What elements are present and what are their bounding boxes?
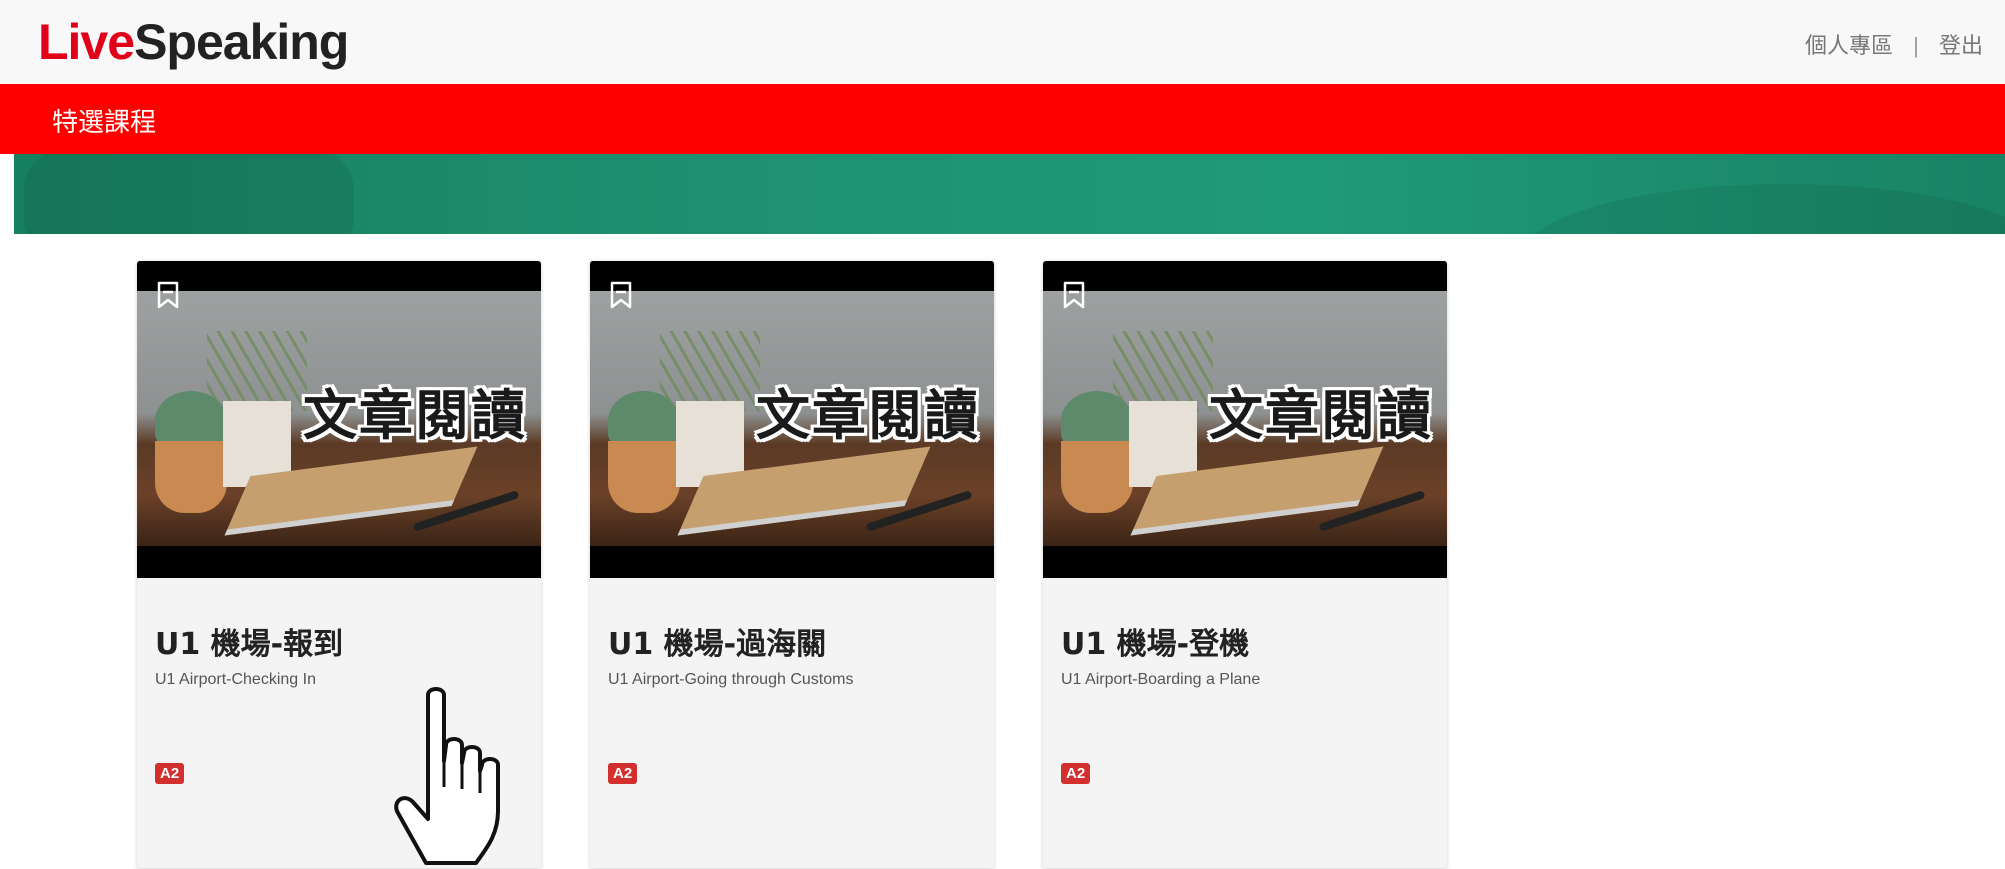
bookmark-icon[interactable] <box>157 281 179 309</box>
course-thumbnail: 文章閱讀 <box>137 261 541 578</box>
course-subtitle: U1 Airport-Checking In <box>155 671 316 688</box>
hand-pointer-icon <box>394 687 500 865</box>
link-separator: | <box>1913 33 1919 58</box>
desk-plant-photo: 文章閱讀 <box>590 291 994 546</box>
thumbnail-caption: 文章閱讀 <box>756 384 980 447</box>
course-title[interactable]: U1 機場-過海關 <box>608 619 826 663</box>
desk-plant-photo: 文章閱讀 <box>1043 291 1447 546</box>
course-card[interactable]: 文章閱讀 U1 機場-登機 U1 Airport-Boarding a Plan… <box>1043 261 1447 868</box>
course-card[interactable]: 文章閱讀 U1 機場-過海關 U1 Airport-Going through … <box>590 261 994 868</box>
banner-decoration <box>1525 184 2005 234</box>
level-badge: A2 <box>608 763 638 784</box>
bookmark-icon[interactable] <box>610 281 632 309</box>
top-header: LiveSpeaking 個人專區 | 登出 <box>0 0 2005 84</box>
hero-banner <box>14 154 2005 234</box>
user-links: 個人專區 | 登出 <box>1805 28 1983 60</box>
bookmark-icon[interactable] <box>1063 281 1085 309</box>
course-title[interactable]: U1 機場-報到 <box>155 619 343 663</box>
course-thumbnail: 文章閱讀 <box>590 261 994 578</box>
main-nav: 特選課程 <box>0 84 2005 154</box>
level-badge: A2 <box>1061 763 1091 784</box>
logout-link[interactable]: 登出 <box>1939 33 1983 58</box>
course-subtitle: U1 Airport-Going through Customs <box>608 671 854 688</box>
logo-live-text: Live <box>38 14 135 70</box>
level-badge: A2 <box>155 763 185 784</box>
site-logo[interactable]: LiveSpeaking <box>38 14 349 70</box>
logo-speaking-text: Speaking <box>134 14 349 70</box>
banner-decoration <box>24 154 354 234</box>
desk-plant-photo: 文章閱讀 <box>137 291 541 546</box>
course-thumbnail: 文章閱讀 <box>1043 261 1447 578</box>
thumbnail-caption: 文章閱讀 <box>1209 384 1433 447</box>
course-subtitle: U1 Airport-Boarding a Plane <box>1061 671 1261 688</box>
personal-area-link[interactable]: 個人專區 <box>1805 33 1893 58</box>
nav-item-featured-courses[interactable]: 特選課程 <box>52 102 156 139</box>
thumbnail-caption: 文章閱讀 <box>303 384 527 447</box>
course-title[interactable]: U1 機場-登機 <box>1061 619 1249 663</box>
